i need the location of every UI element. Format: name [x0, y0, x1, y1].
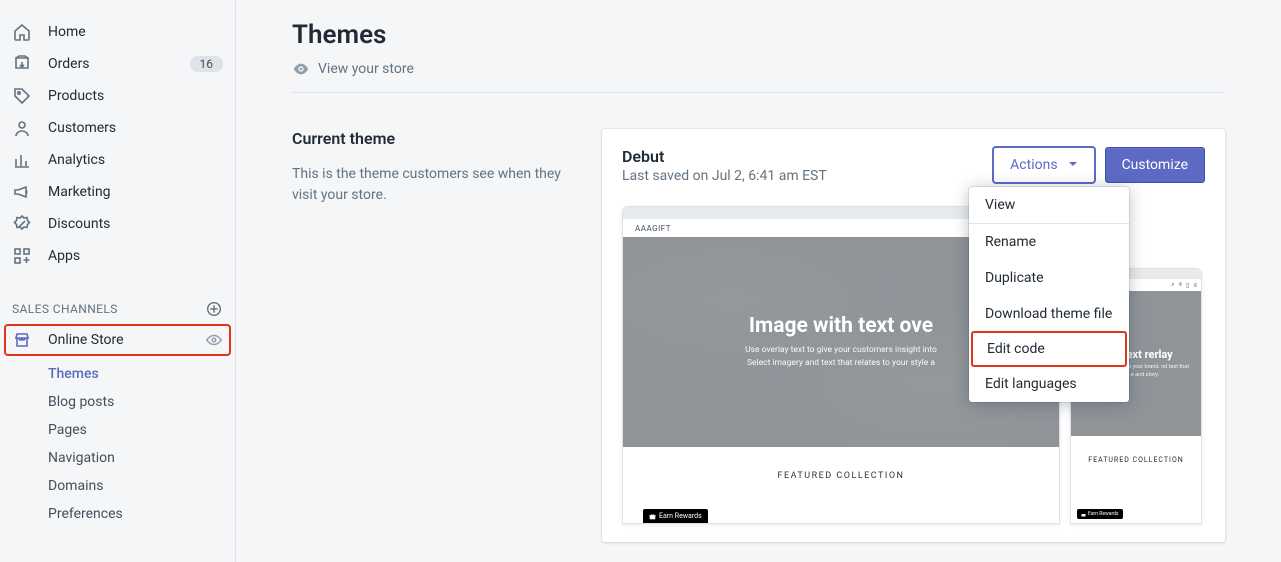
preview-reward-badge: Earn Rewards: [643, 509, 708, 523]
nav-label: Marketing: [48, 184, 223, 200]
theme-header: Debut Last saved on Jul 2, 6:41 am EST A…: [622, 147, 1205, 184]
home-icon: [12, 22, 32, 42]
analytics-icon: [12, 150, 32, 170]
section-title: SALES CHANNELS: [12, 302, 205, 316]
orders-badge: 16: [190, 56, 224, 72]
nav-orders[interactable]: Orders 16: [0, 48, 235, 80]
mobile-reward-badge: Earn Rewards: [1077, 509, 1123, 519]
store-icon: [12, 330, 32, 350]
subnav-domains[interactable]: Domains: [48, 472, 235, 500]
tag-icon: [12, 86, 32, 106]
search-icon: ⌕: [1171, 281, 1174, 289]
theme-saved: Last saved on Jul 2, 6:41 am EST: [622, 168, 993, 184]
reward-label: Earn Rewards: [659, 512, 702, 520]
subnav-label: Domains: [48, 478, 103, 494]
nav-discounts[interactable]: Discounts: [0, 208, 235, 240]
subnav-blog-posts[interactable]: Blog posts: [48, 388, 235, 416]
dropdown-label: Duplicate: [985, 270, 1044, 286]
dropdown-label: Edit code: [987, 341, 1045, 357]
current-theme-section: Current theme This is the theme customer…: [292, 129, 1225, 542]
customize-label: Customize: [1122, 157, 1188, 173]
preview-hero-text2: Select imagery and text that relates to …: [747, 357, 935, 370]
theme-name: Debut: [622, 147, 993, 166]
nav-marketing[interactable]: Marketing: [0, 176, 235, 208]
dropdown-edit-languages[interactable]: Edit languages: [969, 366, 1129, 402]
dropdown-edit-code[interactable]: Edit code: [971, 331, 1127, 367]
gift-icon: [1081, 512, 1086, 517]
nav-label: Customers: [48, 120, 223, 136]
add-channel-icon[interactable]: [205, 300, 223, 318]
actions-dropdown: View Rename Duplicate Download theme fil…: [969, 187, 1129, 402]
main-content: Themes View your store Current theme Thi…: [236, 0, 1281, 562]
sidebar: Home Orders 16 Products Customers Analyt…: [0, 0, 236, 562]
menu-icon: ≡: [1193, 282, 1197, 289]
megaphone-icon: [12, 182, 32, 202]
subnav-navigation[interactable]: Navigation: [48, 444, 235, 472]
nav-customers[interactable]: Customers: [0, 112, 235, 144]
nav-label: Online Store: [48, 332, 205, 348]
dropdown-rename[interactable]: Rename: [969, 224, 1129, 260]
apps-icon: [12, 246, 32, 266]
subnav-label: Themes: [48, 366, 99, 382]
nav-products[interactable]: Products: [0, 80, 235, 112]
chevron-down-icon: [1068, 157, 1078, 173]
dropdown-duplicate[interactable]: Duplicate: [969, 260, 1129, 296]
actions-button[interactable]: Actions: [993, 147, 1094, 183]
view-store-label: View your store: [318, 61, 414, 77]
nav-apps[interactable]: Apps: [0, 240, 235, 272]
subnav-label: Blog posts: [48, 394, 114, 410]
nav-online-store[interactable]: Online Store: [4, 324, 231, 356]
dropdown-label: Edit languages: [985, 376, 1077, 392]
nav-analytics[interactable]: Analytics: [0, 144, 235, 176]
page-title: Themes: [292, 20, 1225, 50]
gift-icon: [649, 513, 656, 520]
nav-label: Products: [48, 88, 223, 104]
dropdown-download[interactable]: Download theme file: [969, 296, 1129, 332]
nav-label: Home: [48, 24, 223, 40]
subnav-preferences[interactable]: Preferences: [48, 500, 235, 528]
preview-brand: AAAGIFT: [635, 224, 671, 233]
preview-hero-heading: Image with text ove: [749, 314, 933, 338]
subnav-label: Preferences: [48, 506, 123, 522]
section-desc: This is the theme customers see when the…: [292, 164, 582, 206]
preview-hero-text1: Use overlay text to give your customers …: [745, 344, 937, 357]
dropdown-label: View: [985, 197, 1015, 213]
section-info: Current theme This is the theme customer…: [292, 129, 582, 542]
reward-label: Earn Rewards: [1088, 511, 1119, 517]
subnav-themes[interactable]: Themes: [48, 360, 235, 388]
dropdown-label: Rename: [985, 234, 1036, 250]
customize-button[interactable]: Customize: [1105, 147, 1205, 183]
subnav-label: Pages: [48, 422, 87, 438]
view-store-link[interactable]: View your store: [292, 60, 1225, 93]
theme-buttons: Actions Customize: [993, 147, 1205, 183]
nav-label: Orders: [48, 56, 190, 72]
subnav-pages[interactable]: Pages: [48, 416, 235, 444]
customer-icon: [12, 118, 32, 138]
sales-channels-header: SALES CHANNELS: [0, 300, 235, 318]
nav-label: Apps: [48, 248, 223, 264]
dropdown-label: Download theme file: [985, 306, 1112, 322]
orders-icon: [12, 54, 32, 74]
discount-icon: [12, 214, 32, 234]
mobile-featured: FEATURED COLLECTION: [1071, 436, 1201, 464]
nav-label: Discounts: [48, 216, 223, 232]
dropdown-view[interactable]: View: [969, 187, 1129, 223]
theme-card: Debut Last saved on Jul 2, 6:41 am EST A…: [602, 129, 1225, 542]
eye-icon[interactable]: [205, 331, 223, 349]
eye-icon: [292, 60, 310, 78]
nav-home[interactable]: Home: [0, 16, 235, 48]
section-heading: Current theme: [292, 129, 582, 148]
theme-title-block: Debut Last saved on Jul 2, 6:41 am EST: [622, 147, 993, 184]
actions-label: Actions: [1010, 157, 1057, 173]
subnav-label: Navigation: [48, 450, 115, 466]
online-store-subnav: Themes Blog posts Pages Navigation Domai…: [0, 360, 235, 528]
preview-featured: FEATURED COLLECTION: [623, 447, 1059, 481]
bag-icon: ▯: [1186, 282, 1189, 289]
nav-label: Analytics: [48, 152, 223, 168]
user-icon: ⍟: [1179, 281, 1183, 289]
